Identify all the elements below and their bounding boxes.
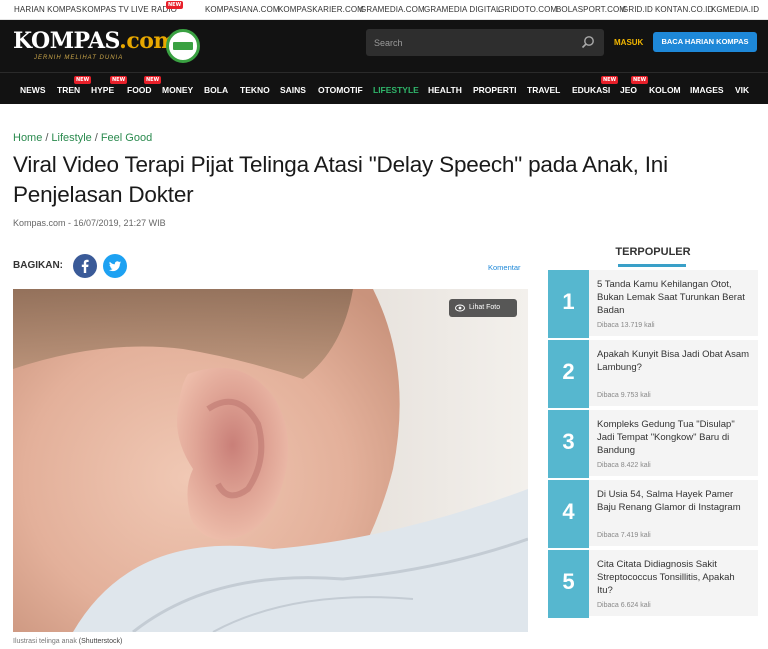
popular-item-title[interactable]: Kompleks Gedung Tua "Disulap" Jadi Tempa… [597,418,753,457]
breadcrumb-lifestyle[interactable]: Lifestyle [51,132,91,144]
new-badge: NEW [631,76,649,84]
popular-item[interactable]: 3 Kompleks Gedung Tua "Disulap" Jadi Tem… [548,410,758,478]
nav-item-health[interactable]: HEALTH [428,85,462,95]
nav-item-jeo[interactable]: JEO [620,85,637,95]
nav-item-lifestyle[interactable]: LIFESTYLE [373,85,419,95]
popular-item[interactable]: 4 Di Usia 54, Salma Hayek Pamer Baju Ren… [548,480,758,548]
site-logo[interactable]: KOMPAS.com [13,28,177,54]
breadcrumb-separator: / [94,132,98,144]
popular-item-title[interactable]: 5 Tanda Kamu Kehilangan Otot, Bukan Lema… [597,278,753,317]
network-link-kompaskarier[interactable]: KOMPASKARIER.COM [278,5,364,14]
nav-item-money[interactable]: MONEY [162,85,193,95]
breadcrumb-home[interactable]: Home [13,132,42,144]
article-byline: Kompas.com - 16/07/2019, 21:27 WIB [13,218,166,228]
search-icon[interactable] [581,35,595,49]
popular-title-underline [618,264,686,267]
network-link-kompasiana[interactable]: KOMPASIANA.COM [205,5,280,14]
comment-link[interactable]: Komentar [488,263,521,272]
nav-item-tekno[interactable]: TEKNO [240,85,270,95]
twitter-icon [109,261,121,272]
nav-item-food[interactable]: FOOD [127,85,152,95]
nav-item-travel[interactable]: TRAVEL [527,85,560,95]
popular-item-views: Dibaca 13.719 kali [597,322,655,329]
article-photo[interactable] [13,289,528,632]
network-link-grid[interactable]: GRID.ID [622,5,653,14]
new-badge: NEW [74,76,92,84]
popular-item[interactable]: 5 Cita Citata Didiagnosis Sakit Streptoc… [548,550,758,618]
popular-rank: 2 [548,340,589,408]
nav-item-kolom[interactable]: KOLOM [649,85,681,95]
network-link-bolasport[interactable]: BOLASPORT.COM [556,5,626,14]
view-photo-button[interactable]: Lihat Foto [449,299,517,317]
network-link-kgmedia[interactable]: KGMEDIA.ID [711,5,759,14]
subscribe-button[interactable]: BACA HARIAN KOMPAS [653,32,757,52]
network-link-gramedia-digital[interactable]: GRAMEDIA DIGITAL [424,5,501,14]
popular-item-views: Dibaca 8.422 kali [597,462,651,469]
nav-item-images[interactable]: IMAGES [690,85,724,95]
login-link[interactable]: MASUK [614,38,643,47]
network-link-kompas-tv[interactable]: KOMPAS TV [82,5,129,14]
network-link-gramedia[interactable]: GRAMEDIA.COM [360,5,425,14]
network-link-kontan[interactable]: KONTAN.CO.ID [655,5,713,14]
baby-ear-photo [13,289,528,632]
new-badge: NEW [166,1,184,9]
caption-credit: (Shutterstock) [78,638,123,645]
nav-item-sains[interactable]: SAINS [280,85,306,95]
article-title: Viral Video Terapi Pijat Telinga Atasi "… [13,152,668,207]
popular-item-views: Dibaca 6.624 kali [597,602,651,609]
nav-item-otomotif[interactable]: OTOMOTIF [318,85,363,95]
popular-item-title[interactable]: Apakah Kunyit Bisa Jadi Obat Asam Lambun… [597,348,753,374]
popular-item-views: Dibaca 9.753 kali [597,392,651,399]
breadcrumb-feel-good[interactable]: Feel Good [101,132,152,144]
site-header: KOMPAS.com JERNIH MELIHAT DUNIA MASUK BA… [0,20,768,72]
popular-rank: 5 [548,550,589,618]
new-badge: NEW [601,76,619,84]
new-badge: NEW [110,76,128,84]
photo-caption: Ilustrasi telinga anak (Shutterstock) [13,638,122,645]
network-bar: HARIAN KOMPAS KOMPAS TV LIVE RADIO NEW K… [0,0,768,20]
twitter-share-button[interactable] [103,254,127,278]
popular-item[interactable]: 2 Apakah Kunyit Bisa Jadi Obat Asam Lamb… [548,340,758,408]
nav-item-edukasi[interactable]: EDUKASI [572,85,610,95]
popular-title: TERPOPULER [615,246,691,258]
nav-item-bola[interactable]: BOLA [204,85,228,95]
facebook-share-button[interactable] [73,254,97,278]
popular-rank: 4 [548,480,589,548]
nav-item-hype[interactable]: HYPE [91,85,114,95]
popular-item-title[interactable]: Cita Citata Didiagnosis Sakit Streptococ… [597,558,753,597]
site-tagline: JERNIH MELIHAT DUNIA [34,55,124,61]
breadcrumb-separator: / [45,132,49,144]
caption-text: Ilustrasi telinga anak [13,638,77,645]
search-box [366,29,604,56]
nav-item-tren[interactable]: TREN [57,85,80,95]
popular-item[interactable]: 1 5 Tanda Kamu Kehilangan Otot, Bukan Le… [548,270,758,338]
nav-item-news[interactable]: NEWS [20,85,46,95]
nav-item-properti[interactable]: PROPERTI [473,85,516,95]
breadcrumb: Home / Lifestyle / Feel Good [13,132,152,144]
facebook-icon [81,259,89,273]
main-nav: NEWS TREN NEW HYPE NEW FOOD NEW MONEY BO… [0,72,768,104]
search-input[interactable] [374,35,574,50]
share-label: BAGIKAN: [13,260,63,271]
nav-item-vik[interactable]: VIK [735,85,749,95]
eye-icon [455,304,465,312]
popular-rank: 3 [548,410,589,478]
verified-badge-icon [166,29,200,63]
network-link-gridoto[interactable]: GRIDOTO.COM [498,5,557,14]
new-badge: NEW [144,76,162,84]
view-photo-label: Lihat Foto [469,304,501,311]
popular-item-views: Dibaca 7.419 kali [597,532,651,539]
popular-rank: 1 [548,270,589,338]
popular-item-title[interactable]: Di Usia 54, Salma Hayek Pamer Baju Renan… [597,488,753,514]
network-link-harian-kompas[interactable]: HARIAN KOMPAS [14,5,81,14]
logo-text: KOMPAS [13,28,120,54]
